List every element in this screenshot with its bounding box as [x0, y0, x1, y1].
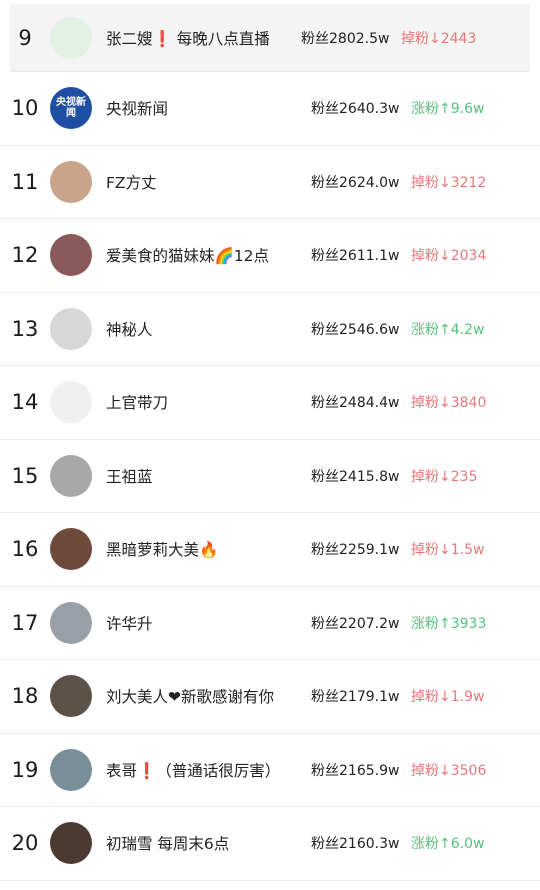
fan-loss: 掉粉↓3506 [411, 762, 487, 779]
list-item[interactable]: 16 黑暗萝莉大美🔥 粉丝2259.1w 掉粉↓1.5w [0, 513, 540, 587]
list-item[interactable]: 18 刘大美人❤新歌感谢有你 粉丝2179.1w 掉粉↓1.9w [0, 660, 540, 734]
list-item[interactable]: 14 上官带刀 粉丝2484.4w 掉粉↓3840 [0, 366, 540, 440]
rank-number: 17 [11, 610, 39, 635]
fan-loss: 掉粉↓3840 [411, 395, 487, 412]
list-item[interactable]: 11 FZ方丈 粉丝2624.0w 掉粉↓3212 [0, 145, 540, 219]
list-item[interactable]: 12 爱美食的猫妹妹🌈12点 粉丝2611.1w 掉粉↓2034 [0, 219, 540, 293]
user-name[interactable]: 王祖蓝 [106, 465, 311, 487]
rank-number: 12 [11, 243, 39, 268]
fan-count: 粉丝2207.2w [311, 615, 400, 632]
rank-number: 10 [11, 96, 39, 121]
rank-number: 15 [11, 463, 39, 488]
user-name[interactable]: 刘大美人❤新歌感谢有你 [106, 685, 311, 707]
rank-number: 19 [11, 757, 39, 782]
fan-gain: 涨粉↑6.0w [411, 836, 485, 853]
list-item[interactable]: 13 神秘人 粉丝2546.6w 涨粉↑4.2w [0, 292, 540, 366]
fan-count: 粉丝2179.1w [311, 689, 400, 706]
cartoon-avatar[interactable] [50, 381, 92, 424]
list-item[interactable]: 19 表哥❗（普通话很厉害） 粉丝2165.9w 掉粉↓3506 [0, 733, 540, 807]
rank-number: 16 [11, 537, 39, 562]
user-name[interactable]: 爱美食的猫妹妹🌈12点 [106, 244, 311, 266]
rank-number: 11 [11, 169, 39, 194]
rank-number: 20 [11, 831, 39, 856]
list-item[interactable]: 17 许华升 粉丝2207.2w 涨粉↑3933 [0, 586, 540, 660]
list-item[interactable]: 20 初瑞雪 每周末6点 粉丝2160.3w 涨粉↑6.0w [0, 807, 540, 881]
list-item[interactable]: 15 王祖蓝 粉丝2415.8w 掉粉↓235 [0, 439, 540, 513]
user-name[interactable]: 初瑞雪 每周末6点 [106, 832, 311, 854]
rank-number: 13 [11, 316, 39, 341]
fan-count: 粉丝2484.4w [311, 395, 400, 412]
user-photo-avatar[interactable] [50, 601, 92, 644]
ranking-list: 9 张二嫂❗ 每晚八点直播 粉丝2802.5w 掉粉↓2443 10 央视新闻 央视新闻 粉丝… [0, 4, 540, 881]
user-photo-avatar[interactable] [50, 748, 92, 791]
fan-loss: 掉粉↓2034 [411, 248, 487, 265]
fan-loss: 掉粉↓3212 [411, 174, 487, 191]
fan-gain: 涨粉↑4.2w [411, 321, 485, 338]
fan-count: 粉丝2160.3w [311, 836, 400, 853]
user-photo-avatar[interactable] [50, 675, 92, 718]
fan-gain: 涨粉↑9.6w [411, 101, 485, 118]
rank-number: 14 [11, 390, 39, 415]
rank-number: 18 [11, 684, 39, 709]
fan-loss: 掉粉↓2443 [401, 30, 477, 47]
fan-loss: 掉粉↓1.9w [411, 689, 485, 706]
fan-count: 粉丝2624.0w [311, 174, 400, 191]
rank-number: 9 [18, 25, 32, 50]
fan-count: 粉丝2802.5w [301, 30, 390, 47]
fan-loss: 掉粉↓1.5w [411, 542, 485, 559]
fan-count: 粉丝2611.1w [311, 248, 400, 265]
user-name[interactable]: 神秘人 [106, 318, 311, 340]
user-photo-avatar[interactable] [50, 822, 92, 865]
fan-loss: 掉粉↓235 [411, 468, 478, 485]
user-photo-avatar[interactable] [50, 528, 92, 571]
cartoon-girl-avatar[interactable] [50, 16, 92, 59]
fan-count: 粉丝2640.3w [311, 101, 400, 118]
fan-count: 粉丝2165.9w [311, 762, 400, 779]
user-name[interactable]: 央视新闻 [106, 97, 311, 119]
fan-gain: 涨粉↑3933 [411, 615, 487, 632]
list-item[interactable]: 9 张二嫂❗ 每晚八点直播 粉丝2802.5w 掉粉↓2443 [10, 4, 530, 72]
list-item[interactable]: 10 央视新闻 央视新闻 粉丝2640.3w 涨粉↑9.6w [0, 72, 540, 146]
user-name[interactable]: 许华升 [106, 612, 311, 634]
fan-count: 粉丝2546.6w [311, 321, 400, 338]
user-name[interactable]: 张二嫂❗ 每晚八点直播 [106, 27, 301, 49]
user-name[interactable]: FZ方丈 [106, 171, 311, 193]
user-photo-avatar[interactable] [50, 307, 92, 350]
cctv-news-logo-avatar[interactable]: 央视新闻 [50, 87, 92, 130]
user-photo-avatar[interactable] [50, 234, 92, 277]
user-photo-avatar[interactable] [50, 454, 92, 497]
user-name[interactable]: 表哥❗（普通话很厉害） [106, 759, 311, 781]
fan-count: 粉丝2259.1w [311, 542, 400, 559]
user-name[interactable]: 上官带刀 [106, 391, 311, 413]
fan-count: 粉丝2415.8w [311, 468, 400, 485]
user-photo-avatar[interactable] [50, 160, 92, 203]
user-name[interactable]: 黑暗萝莉大美🔥 [106, 538, 311, 560]
